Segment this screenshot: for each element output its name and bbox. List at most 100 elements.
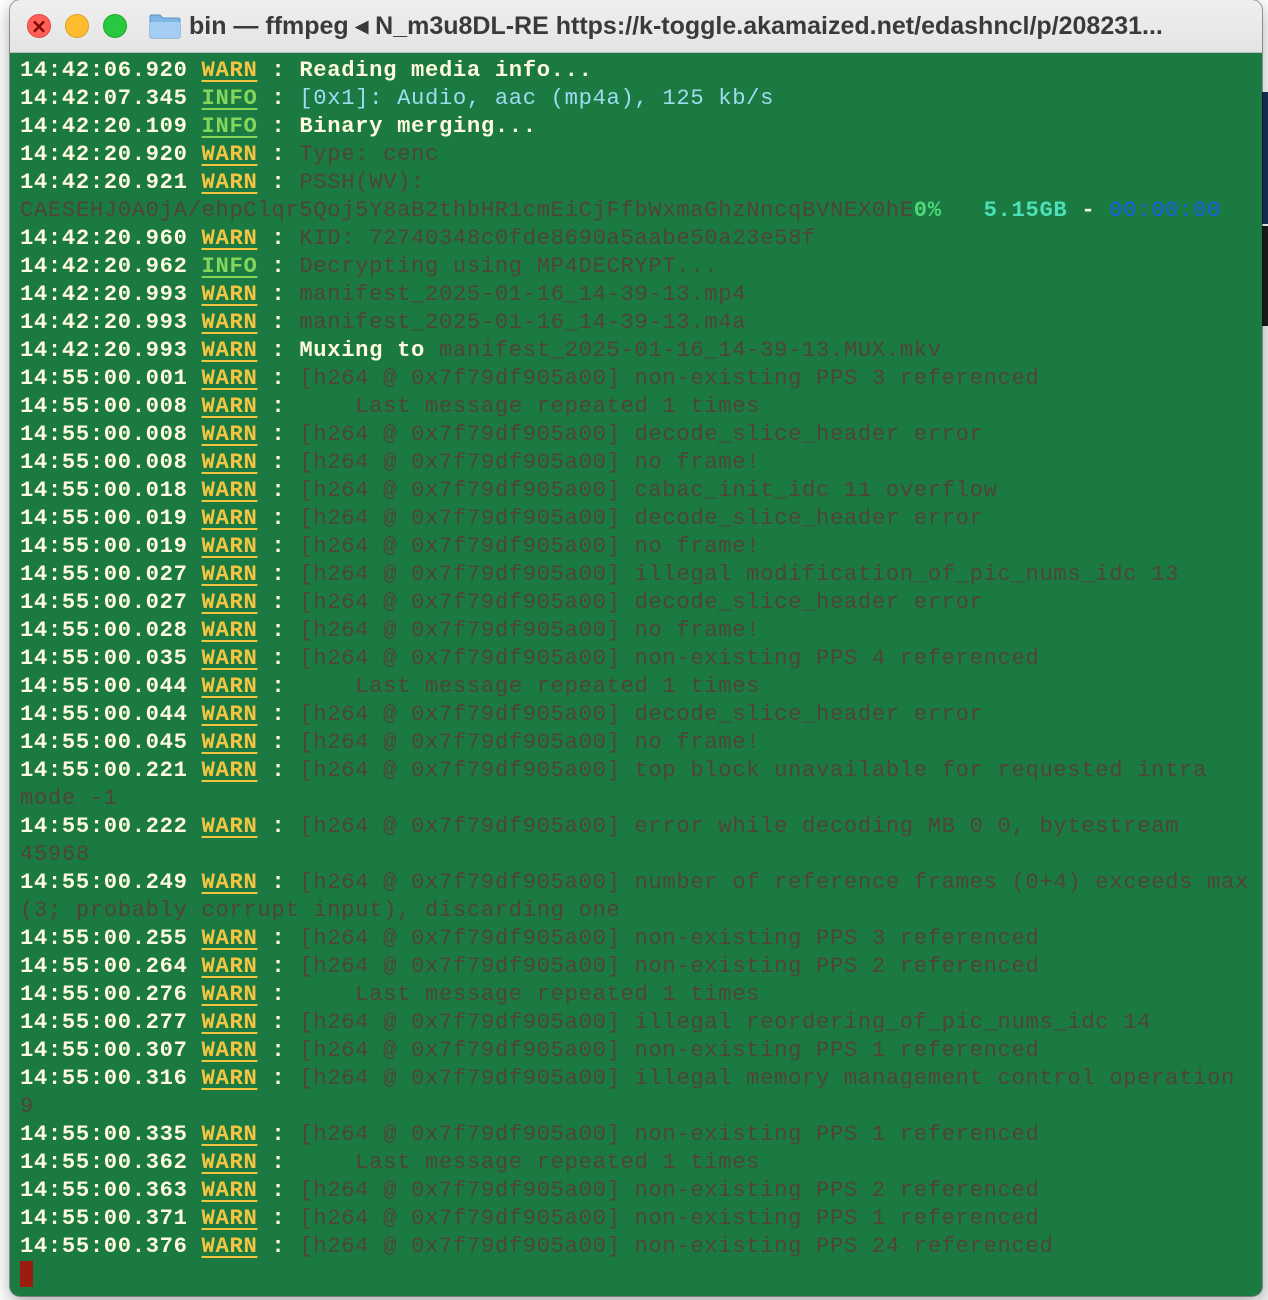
log-timestamp: 14:55:00.045 bbox=[20, 730, 188, 755]
log-timestamp: 14:42:20.962 bbox=[20, 254, 188, 279]
log-separator: : bbox=[257, 702, 300, 727]
log-message: [h264 @ 0x7f79df905a00] illegal reorderi… bbox=[299, 1010, 1152, 1035]
log-separator: : bbox=[257, 758, 300, 783]
log-level-badge: WARN bbox=[201, 422, 258, 447]
title-bar[interactable]: bin — ffmpeg ◂ N_m3u8DL-RE https://k-tog… bbox=[10, 0, 1262, 53]
log-level-badge: WARN bbox=[201, 478, 258, 503]
log-timestamp: 14:55:00.008 bbox=[20, 394, 188, 419]
log-timestamp: 14:55:00.027 bbox=[20, 562, 188, 587]
log-message: Muxing to bbox=[299, 338, 425, 363]
maximize-icon[interactable] bbox=[103, 14, 127, 38]
window-controls bbox=[27, 14, 127, 38]
prompt-line[interactable] bbox=[20, 1261, 1262, 1289]
log-timestamp: 14:55:00.316 bbox=[20, 1066, 188, 1091]
log-timestamp: 14:42:20.960 bbox=[20, 226, 188, 251]
progress-elapsed-time: 00:00:00 bbox=[1109, 198, 1222, 223]
log-separator: : bbox=[257, 254, 300, 279]
log-message: [0x1]: Audio, aac (mp4a), 125 kb/s bbox=[299, 86, 775, 111]
log-line: 14:55:00.276 WARN : Last message repeate… bbox=[20, 981, 1262, 1009]
log-line: 14:55:00.028 WARN : [h264 @ 0x7f79df905a… bbox=[20, 617, 1262, 645]
log-message: [h264 @ 0x7f79df905a00] non-existing PPS… bbox=[299, 1178, 1040, 1203]
log-separator: : bbox=[257, 1178, 300, 1203]
log-level-badge: INFO bbox=[201, 114, 258, 139]
terminal-window: bin — ffmpeg ◂ N_m3u8DL-RE https://k-tog… bbox=[10, 0, 1262, 1296]
log-line: 14:55:00.335 WARN : [h264 @ 0x7f79df905a… bbox=[20, 1121, 1262, 1149]
log-level-badge: WARN bbox=[201, 1038, 258, 1063]
log-line: 14:55:00.008 WARN : [h264 @ 0x7f79df905a… bbox=[20, 421, 1262, 449]
log-timestamp: 14:55:00.019 bbox=[20, 506, 188, 531]
log-separator: : bbox=[257, 814, 300, 839]
log-level-badge: WARN bbox=[201, 1234, 258, 1259]
log-line: 14:55:00.222 WARN : [h264 @ 0x7f79df905a… bbox=[20, 813, 1262, 841]
log-timestamp: 14:42:20.920 bbox=[20, 142, 188, 167]
log-message: Last message repeated 1 times bbox=[299, 1150, 761, 1175]
log-line: 14:55:00.044 WARN : [h264 @ 0x7f79df905a… bbox=[20, 701, 1262, 729]
log-message: [h264 @ 0x7f79df905a00] non-existing PPS… bbox=[299, 366, 1040, 391]
log-line: 14:55:00.264 WARN : [h264 @ 0x7f79df905a… bbox=[20, 953, 1262, 981]
log-separator: : bbox=[257, 982, 300, 1007]
log-timestamp: 14:42:20.993 bbox=[20, 338, 188, 363]
log-separator: : bbox=[257, 114, 300, 139]
log-line: 14:55:00.362 WARN : Last message repeate… bbox=[20, 1149, 1262, 1177]
log-line: 14:42:20.962 INFO : Decrypting using MP4… bbox=[20, 253, 1262, 281]
log-separator: : bbox=[257, 1038, 300, 1063]
log-timestamp: 14:55:00.335 bbox=[20, 1122, 188, 1147]
log-level-badge: WARN bbox=[201, 310, 258, 335]
log-timestamp: 14:55:00.249 bbox=[20, 870, 188, 895]
log-timestamp: 14:55:00.363 bbox=[20, 1178, 188, 1203]
log-level-badge: WARN bbox=[201, 562, 258, 587]
log-separator: : bbox=[257, 590, 300, 615]
log-level-badge: INFO bbox=[201, 254, 258, 279]
log-timestamp: 14:55:00.044 bbox=[20, 674, 188, 699]
log-level-badge: WARN bbox=[201, 730, 258, 755]
log-level-badge: WARN bbox=[201, 1150, 258, 1175]
log-line: 14:55:00.018 WARN : [h264 @ 0x7f79df905a… bbox=[20, 477, 1262, 505]
log-separator: : bbox=[257, 1150, 300, 1175]
log-timestamp: 14:55:00.264 bbox=[20, 954, 188, 979]
log-line: 14:42:06.920 WARN : Reading media info..… bbox=[20, 57, 1262, 85]
log-separator: : bbox=[257, 1206, 300, 1231]
log-level-badge: WARN bbox=[201, 1178, 258, 1203]
log-message: [h264 @ 0x7f79df905a00] non-existing PPS… bbox=[299, 1038, 1040, 1063]
log-separator: : bbox=[257, 562, 300, 587]
log-line: 14:55:00.255 WARN : [h264 @ 0x7f79df905a… bbox=[20, 925, 1262, 953]
log-message: Last message repeated 1 times bbox=[299, 674, 761, 699]
log-level-badge: WARN bbox=[201, 618, 258, 643]
log-line: 14:55:00.307 WARN : [h264 @ 0x7f79df905a… bbox=[20, 1037, 1262, 1065]
log-message: [h264 @ 0x7f79df905a00] non-existing PPS… bbox=[299, 926, 1040, 951]
log-line: 14:55:00.316 WARN : [h264 @ 0x7f79df905a… bbox=[20, 1065, 1262, 1093]
progress-separator: - bbox=[1081, 198, 1096, 223]
log-separator: : bbox=[257, 870, 300, 895]
log-message: [h264 @ 0x7f79df905a00] non-existing PPS… bbox=[299, 646, 1040, 671]
log-timestamp: 14:55:00.276 bbox=[20, 982, 188, 1007]
log-separator: : bbox=[257, 534, 300, 559]
log-line: 14:42:20.960 WARN : KID: 72740348c0fde86… bbox=[20, 225, 1262, 253]
log-message: [h264 @ 0x7f79df905a00] non-existing PPS… bbox=[299, 1122, 1040, 1147]
log-timestamp: 14:55:00.255 bbox=[20, 926, 188, 951]
log-timestamp: 14:55:00.376 bbox=[20, 1234, 188, 1259]
minimize-icon[interactable] bbox=[65, 14, 89, 38]
log-timestamp: 14:55:00.027 bbox=[20, 590, 188, 615]
close-icon[interactable] bbox=[27, 14, 51, 38]
log-level-badge: WARN bbox=[201, 142, 258, 167]
log-timestamp: 14:55:00.044 bbox=[20, 702, 188, 727]
log-timestamp: 14:42:20.109 bbox=[20, 114, 188, 139]
log-message: [h264 @ 0x7f79df905a00] no frame! bbox=[299, 450, 761, 475]
terminal-output[interactable]: 14:42:06.920 WARN : Reading media info..… bbox=[10, 53, 1262, 1296]
log-separator: : bbox=[257, 338, 300, 363]
log-line: 14:55:00.019 WARN : [h264 @ 0x7f79df905a… bbox=[20, 505, 1262, 533]
log-message: [h264 @ 0x7f79df905a00] decode_slice_hea… bbox=[299, 702, 984, 727]
log-timestamp: 14:42:07.345 bbox=[20, 86, 188, 111]
log-level-badge: WARN bbox=[201, 1010, 258, 1035]
window-title: bin — ffmpeg ◂ N_m3u8DL-RE https://k-tog… bbox=[189, 12, 1163, 40]
log-separator: : bbox=[257, 954, 300, 979]
log-message: KID: 72740348c0fde8690a5aabe50a23e58f bbox=[299, 226, 817, 251]
log-separator: : bbox=[257, 1234, 300, 1259]
log-timestamp: 14:42:20.993 bbox=[20, 310, 188, 335]
log-level-badge: WARN bbox=[201, 450, 258, 475]
progress-size: 5.15GB bbox=[983, 198, 1068, 223]
log-line: CAESEHJ0A0jA/ehpClqr5Qoj5Y8aB2thbHR1cmEi… bbox=[20, 197, 1262, 225]
log-separator: : bbox=[257, 646, 300, 671]
log-level-badge: WARN bbox=[201, 1066, 258, 1091]
log-message: manifest_2025-01-16_14-39-13.m4a bbox=[299, 310, 747, 335]
